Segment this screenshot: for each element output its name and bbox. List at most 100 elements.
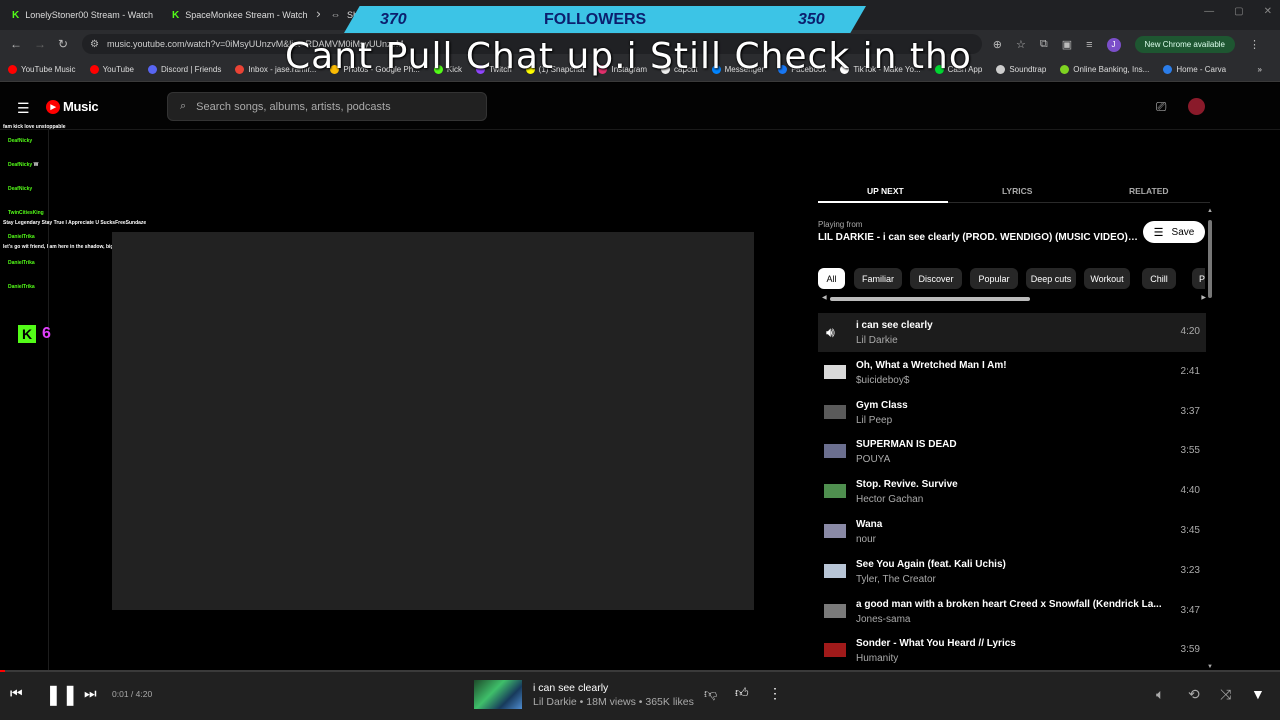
queue-artist[interactable]: Hector Gachan	[856, 494, 923, 505]
chips-scrollbar[interactable]: ◀ ▶	[822, 294, 1206, 302]
bookmark-item[interactable]: Soundtrap	[996, 65, 1046, 74]
next-icon[interactable]: ⏭	[84, 685, 97, 702]
cast-icon[interactable]: ⎚	[1156, 99, 1166, 115]
scroll-left-icon[interactable]: ◀	[822, 294, 827, 301]
ytm-logo[interactable]: ▶ Music	[46, 99, 99, 114]
queue-artist[interactable]: POUYA	[856, 454, 890, 465]
queue-thumbnail[interactable]	[824, 643, 846, 658]
queue-item[interactable]: See You Again (feat. Kali Uchis) Tyler, T…	[818, 552, 1206, 591]
scrollbar-thumb[interactable]	[830, 297, 1030, 301]
close-icon[interactable]: ✕	[161, 10, 162, 21]
like-icon[interactable]: 👍︎	[735, 685, 749, 701]
bookmark-star-icon[interactable]: ☆	[1016, 38, 1026, 51]
account-avatar[interactable]	[1188, 98, 1205, 115]
queue-item[interactable]: Gym Class Lil Peep 3:37	[818, 393, 1206, 432]
queue-item[interactable]: SUPERMAN IS DEAD POUYA 3:55	[818, 432, 1206, 471]
media-controls-icon[interactable]: ≡	[1086, 39, 1092, 51]
queue-artist[interactable]: Lil Peep	[856, 415, 892, 426]
minimize-icon[interactable]: —	[1204, 6, 1214, 17]
scrollbar-thumb[interactable]	[1208, 220, 1212, 298]
queue-item[interactable]: Sonder - What You Heard // Lyrics Humanit…	[818, 631, 1206, 670]
shuffle-icon[interactable]: ⤨	[1220, 686, 1231, 703]
bookmark-item[interactable]: YouTube	[89, 65, 134, 74]
now-playing-thumbnail[interactable]	[474, 680, 522, 709]
close-window-icon[interactable]: ✕	[1264, 6, 1272, 17]
previous-icon[interactable]: ⏮	[10, 685, 23, 702]
chip-popular[interactable]: Popular	[970, 268, 1018, 289]
queue-thumbnail[interactable]	[824, 563, 846, 578]
queue-duration: 4:20	[1180, 326, 1200, 337]
progress-bar[interactable]	[0, 670, 1280, 672]
scroll-right-icon[interactable]: ▶	[1201, 294, 1206, 301]
queue-duration: 3:59	[1180, 644, 1200, 656]
search-input[interactable]: ⌕ Search songs, albums, artists, podcast…	[167, 92, 487, 121]
bookmark-item[interactable]: YouTube Music	[8, 65, 76, 74]
repeat-icon[interactable]: ⟲	[1188, 686, 1200, 703]
queue-artist[interactable]: nour	[856, 534, 876, 545]
browser-tab[interactable]: K SpaceMonkee Stream - Watch ✕	[172, 4, 320, 26]
tab-lyrics[interactable]: LYRICS	[1002, 186, 1032, 196]
bookmark-item[interactable]: Home - Carva	[1163, 65, 1226, 74]
tab-related[interactable]: RELATED	[1129, 186, 1169, 196]
menu-icon[interactable]: ☰	[17, 100, 30, 117]
bookmark-item[interactable]: Discord | Friends	[148, 65, 221, 74]
video-player[interactable]	[112, 232, 754, 610]
extensions-icon[interactable]: ⧉	[1040, 38, 1048, 51]
chat-message: DanielTrika	[8, 260, 35, 266]
profile-avatar[interactable]: J	[1106, 37, 1121, 52]
chip-discover[interactable]: Discover	[910, 268, 962, 289]
back-icon[interactable]: ←	[10, 37, 22, 51]
tab-title: LonelyStoner00 Stream - Watch	[25, 10, 153, 20]
pause-icon[interactable]: ❚❚	[45, 682, 79, 707]
scroll-up-icon[interactable]: ▲	[1207, 208, 1213, 214]
queue-item[interactable]: Wana nour 3:45	[818, 512, 1206, 551]
chip-p[interactable]: P	[1192, 268, 1205, 289]
chip-deep-cuts[interactable]: Deep cuts	[1026, 268, 1076, 289]
site-info-icon[interactable]: ⚙	[90, 39, 99, 50]
reload-icon[interactable]: ↻	[58, 37, 68, 51]
chip-workout[interactable]: Workout	[1084, 268, 1130, 289]
queue-artist[interactable]: Jones-sama	[856, 614, 910, 625]
queue-title: Stop. Revive. Survive	[856, 479, 958, 491]
install-app-icon[interactable]: ⊕	[993, 38, 1002, 51]
bookmark-item[interactable]: Online Banking, Ins...	[1060, 65, 1149, 74]
queue-item[interactable]: Oh, What a Wretched Man I Am! $uicideboy$…	[818, 353, 1206, 392]
dislike-icon[interactable]: 👎︎	[704, 686, 717, 702]
chat-message: DeafNicky	[8, 186, 32, 192]
browser-tab[interactable]: K LonelyStoner00 Stream - Watch ✕	[12, 4, 162, 26]
forward-icon[interactable]: →	[34, 37, 46, 51]
queue-item[interactable]: Stop. Revive. Survive Hector Gachan 4:40	[818, 472, 1206, 511]
maximize-icon[interactable]: ▢	[1234, 6, 1243, 17]
queue-thumbnail[interactable]	[824, 603, 846, 618]
queue-thumbnail[interactable]	[824, 364, 846, 379]
new-chrome-button[interactable]: New Chrome available	[1134, 36, 1235, 53]
side-panel-icon[interactable]: ▣	[1062, 38, 1072, 51]
queue-artist[interactable]: Lil Darkie	[856, 335, 898, 346]
stream-caption: Cant Pull Chat up.i Still Check in tho	[285, 36, 972, 77]
queue-thumbnail[interactable]	[824, 444, 846, 459]
queue-artist[interactable]: Humanity	[856, 653, 898, 664]
tab-up-next[interactable]: UP NEXT	[867, 186, 904, 196]
playlist-title[interactable]: LIL DARKIE - i can see clearly (PROD. WE…	[818, 232, 1140, 243]
more-vert-icon[interactable]: ⋮	[1249, 38, 1260, 51]
chip-chill[interactable]: Chill	[1142, 268, 1176, 289]
queue-artist[interactable]: Tyler, The Creator	[856, 574, 936, 585]
queue-artist[interactable]: $uicideboy$	[856, 375, 909, 386]
chip-all[interactable]: All	[818, 268, 845, 289]
volume-icon[interactable]: 🔈︎	[1156, 686, 1164, 703]
queue-thumbnail[interactable]	[824, 524, 846, 538]
queue-thumbnail[interactable]	[824, 484, 846, 499]
expand-icon[interactable]: ▼	[1251, 686, 1265, 702]
queue-item[interactable]: a good man with a broken heart Creed x S…	[818, 592, 1206, 631]
close-icon[interactable]: ✕	[315, 10, 320, 21]
queue-item[interactable]: 🔊︎ i can see clearly Lil Darkie 4:20	[818, 313, 1206, 352]
now-playing-title[interactable]: i can see clearly	[533, 682, 608, 694]
more-vert-icon[interactable]: ⋮	[768, 685, 782, 702]
queue-scrollbar[interactable]: ▲ ▼	[1207, 208, 1213, 670]
save-button[interactable]: ☰ Save	[1143, 221, 1205, 243]
bookmarks-overflow-icon[interactable]: »	[1258, 65, 1262, 74]
queue-thumbnail[interactable]	[824, 404, 846, 419]
chat-message: fam kick love unstoppable	[3, 124, 66, 130]
bookmark-label: YouTube	[102, 65, 134, 74]
chip-familiar[interactable]: Familiar	[854, 268, 902, 289]
